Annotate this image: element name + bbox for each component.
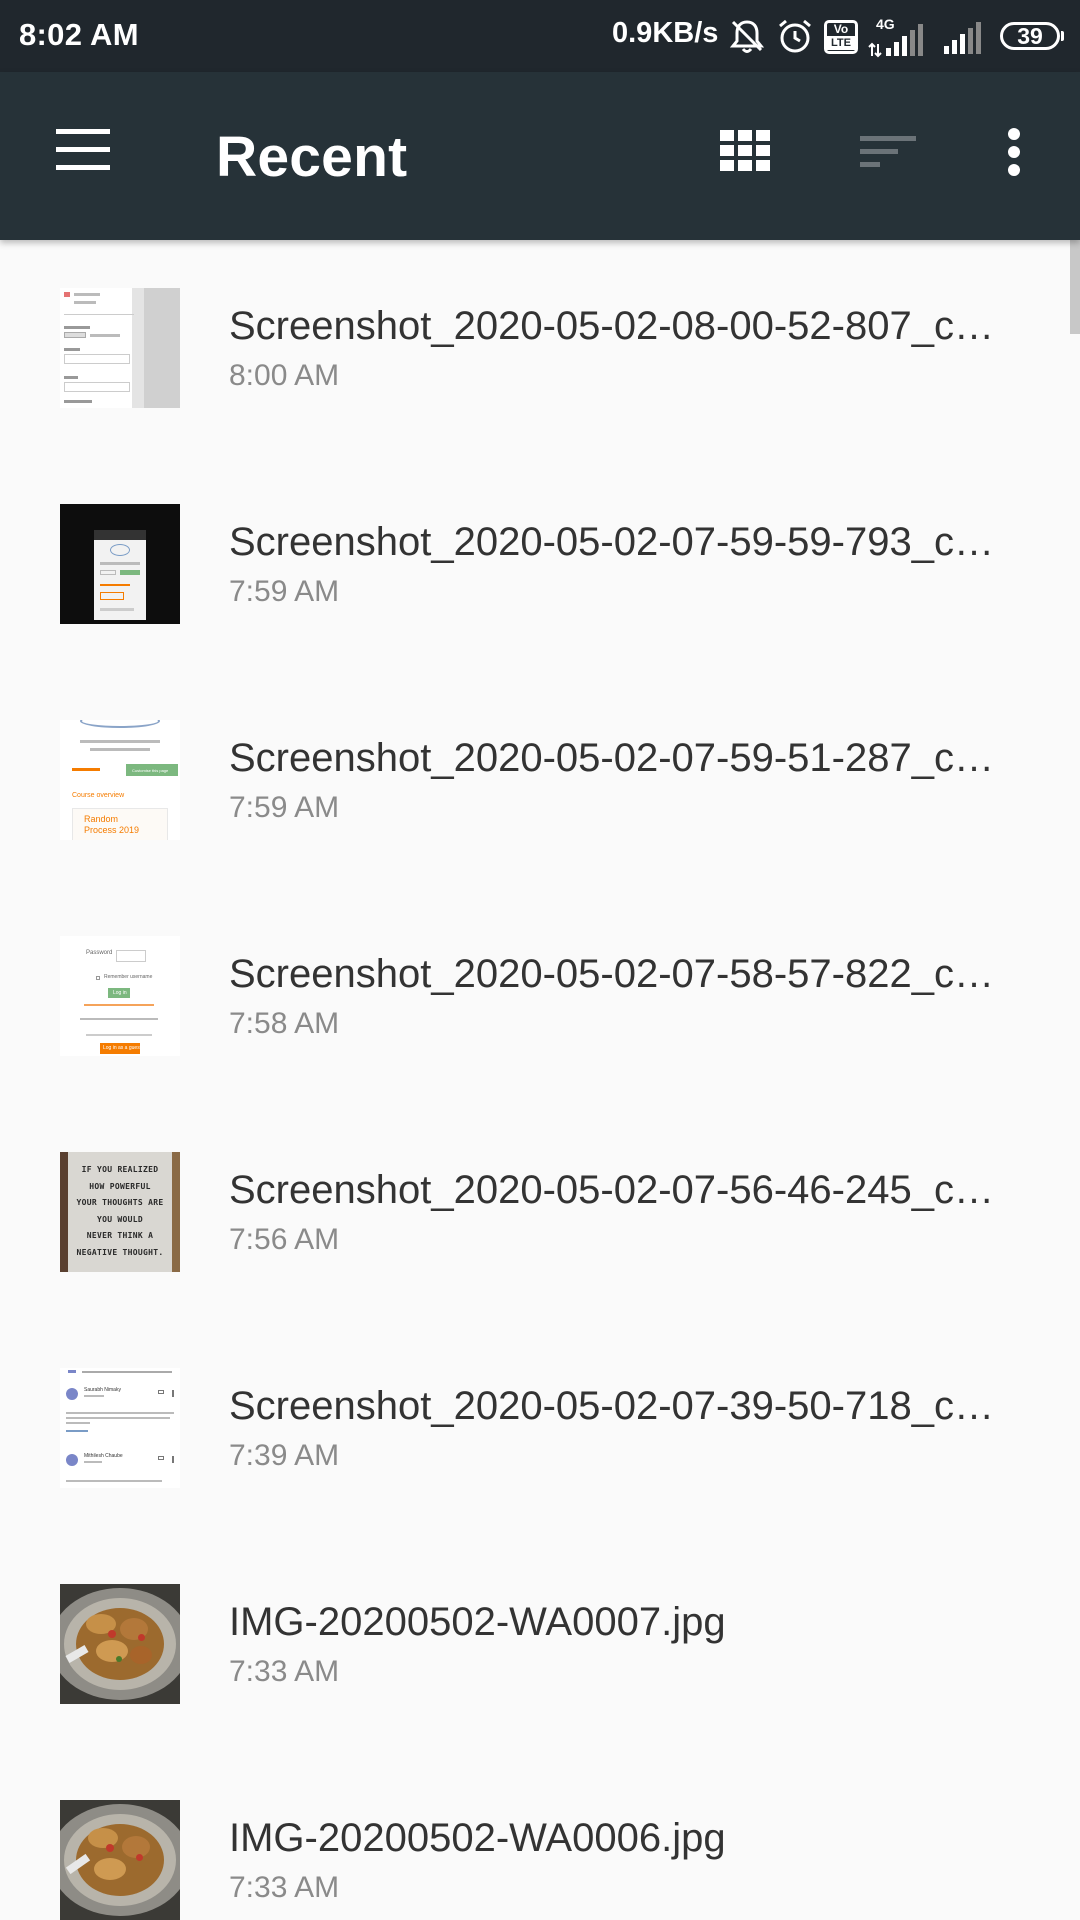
list-item[interactable]: Saurabh Nimaky Mithilesh Chaube Screensh… [0, 1320, 1080, 1536]
file-name: IMG-20200502-WA0007.jpg [229, 1600, 726, 1644]
thumb-guest-button: Log in as a guest [103, 1045, 142, 1051]
file-thumbnail [60, 1800, 180, 1920]
signal-4g-icon: 4G [868, 16, 932, 58]
file-name: Screenshot_2020-05-02-07-59-51-287_co... [229, 736, 1009, 780]
thumb-remember-label: Remember username [104, 974, 153, 980]
file-time: 7:39 AM [229, 1439, 340, 1472]
sort-icon[interactable] [856, 128, 920, 176]
more-vert-icon[interactable] [996, 124, 1032, 180]
file-name: Screenshot_2020-05-02-07-58-57-822_co... [229, 952, 1009, 996]
file-time: 7:56 AM [229, 1223, 340, 1256]
thumb-login-button: Log in [113, 990, 127, 996]
grid-view-icon[interactable] [709, 124, 781, 176]
network-speed: 0.9KB/s [612, 17, 719, 49]
list-item[interactable]: Screenshot_2020-05-02-07-59-59-793_co...… [0, 456, 1080, 672]
list-item[interactable]: Screenshot_2020-05-02-08-00-52-807_co...… [0, 240, 1080, 456]
status-time: 8:02 AM [19, 17, 139, 52]
volte-icon: Vo LTE [824, 20, 858, 54]
volte-label-bottom: LTE [827, 36, 855, 50]
bell-muted-icon [729, 20, 765, 53]
list-item[interactable]: Customise this page Course overview Rand… [0, 672, 1080, 888]
file-thumbnail: Customise this page Course overview Rand… [60, 720, 180, 840]
list-item[interactable]: IMG-20200502-WA0007.jpg 7:33 AM [0, 1536, 1080, 1752]
list-item[interactable]: Password Remember username Log in Log in… [0, 888, 1080, 1104]
thumb-course-title: Random Process 2019 [84, 814, 140, 835]
thumb-course-heading: Course overview [72, 792, 125, 799]
signal-icon [944, 22, 981, 54]
file-thumbnail: Saurabh Nimaky Mithilesh Chaube [60, 1368, 180, 1488]
thumb-password-label: Password [86, 950, 113, 956]
file-time: 7:33 AM [229, 1655, 340, 1688]
app-toolbar: Recent [0, 72, 1080, 240]
file-thumbnail [60, 288, 180, 408]
file-thumbnail: Password Remember username Log in Log in… [60, 936, 180, 1056]
file-time: 7:58 AM [229, 1007, 340, 1040]
thumb-customise-button: Customise this page [132, 768, 169, 773]
file-time: 7:59 AM [229, 575, 340, 608]
recent-files-list[interactable]: Screenshot_2020-05-02-08-00-52-807_co...… [0, 240, 1080, 1920]
alarm-icon [779, 19, 811, 53]
file-name: Screenshot_2020-05-02-07-39-50-718_co... [229, 1384, 1009, 1428]
thumb-email-sender-2: Mithilesh Chaube [84, 1453, 123, 1459]
battery-icon: 39 [1000, 22, 1064, 50]
file-time: 8:00 AM [229, 359, 340, 392]
file-thumbnail: IF YOU REALIZED HOW POWERFUL YOUR THOUGH… [60, 1152, 180, 1272]
thumb-email-sender-1: Saurabh Nimaky [84, 1387, 121, 1393]
file-time: 7:59 AM [229, 791, 340, 824]
letterboard-text: IF YOU REALIZED HOW POWERFUL YOUR THOUGH… [76, 1165, 164, 1257]
battery-level: 39 [1017, 23, 1043, 49]
list-item[interactable]: IF YOU REALIZED HOW POWERFUL YOUR THOUGH… [0, 1104, 1080, 1320]
scrollbar[interactable] [1070, 240, 1080, 334]
volte-label-top: Vo [833, 22, 849, 36]
status-bar: 8:02 AM 0.9KB/s Vo LTE 4G 39 [0, 0, 1080, 72]
page-title: Recent [216, 125, 408, 189]
file-name: IMG-20200502-WA0006.jpg [229, 1816, 726, 1860]
file-name: Screenshot_2020-05-02-07-56-46-245_co... [229, 1168, 1009, 1212]
file-thumbnail [60, 504, 180, 624]
file-name: Screenshot_2020-05-02-08-00-52-807_co... [229, 304, 1009, 348]
list-item[interactable]: IMG-20200502-WA0006.jpg 7:33 AM [0, 1752, 1080, 1920]
file-name: Screenshot_2020-05-02-07-59-59-793_co... [229, 520, 1009, 564]
menu-icon[interactable] [46, 123, 122, 179]
file-time: 7:33 AM [229, 1871, 340, 1904]
file-thumbnail [60, 1584, 180, 1704]
